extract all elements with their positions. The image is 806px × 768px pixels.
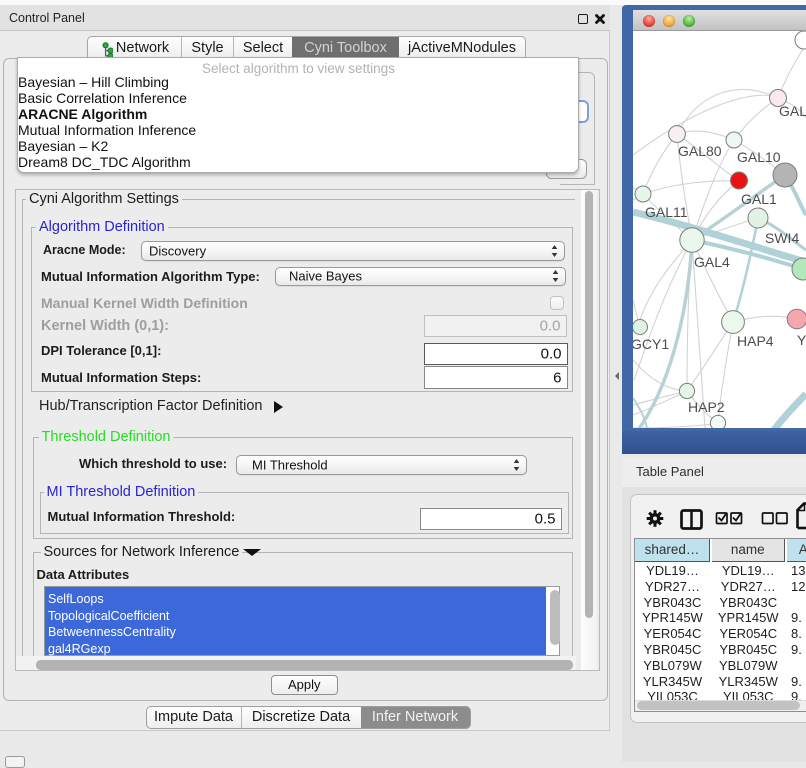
svg-text:Y: Y (797, 332, 806, 348)
svg-text:HAP2: HAP2 (688, 399, 725, 415)
svg-text:GAL11: GAL11 (645, 204, 688, 220)
svg-text:GAL80: GAL80 (678, 143, 722, 159)
svg-text:SWI4: SWI4 (765, 230, 799, 246)
svg-text:GCY1: GCY1 (633, 336, 669, 352)
svg-text:GAL7: GAL7 (779, 103, 806, 119)
svg-text:GAL4: GAL4 (694, 254, 730, 270)
svg-text:GAL10: GAL10 (737, 149, 781, 165)
svg-text:HAP4: HAP4 (737, 333, 774, 349)
svg-text:GAL1: GAL1 (741, 191, 777, 207)
